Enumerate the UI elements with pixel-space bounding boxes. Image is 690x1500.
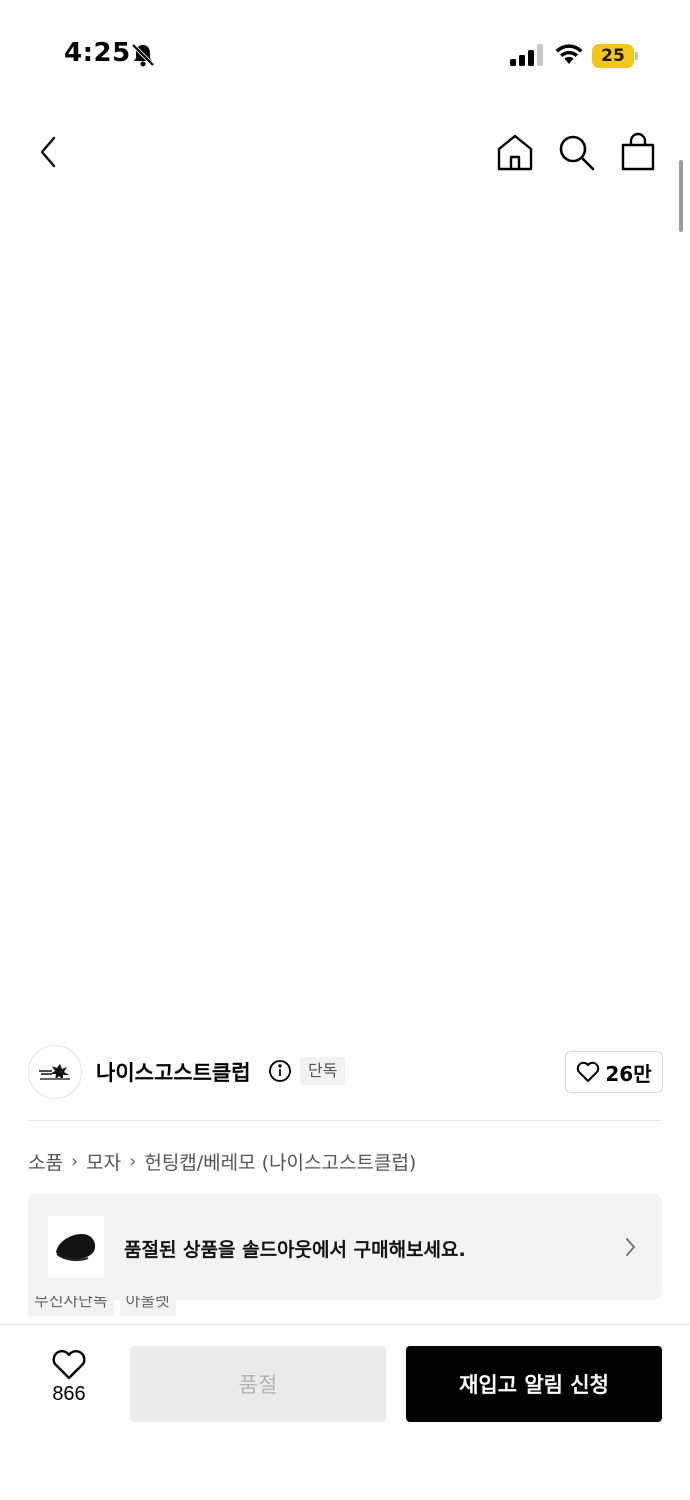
status-bar: 4:25 25 (0, 0, 690, 110)
banner-text: 품절된 상품을 솔드아웃에서 구매해보세요. (124, 1239, 466, 1261)
divider (28, 1120, 662, 1121)
back-button[interactable] (26, 130, 70, 174)
wishlist-count: 866 (52, 1383, 86, 1405)
wifi-icon (555, 44, 583, 64)
brand-row: 나이스고스트클럽 단독 26만 (0, 1023, 690, 1121)
cart-button[interactable] (616, 130, 660, 174)
brand-logo[interactable] (28, 1045, 82, 1099)
tag: 아울렛 (119, 1296, 176, 1316)
image-counter: 1 / 6 (552, 960, 618, 1000)
brand-like-count: 26만 (605, 1061, 652, 1086)
bell-off-icon (131, 43, 155, 67)
shopping-bag-icon (621, 132, 655, 171)
soldout-banner[interactable]: 품절된 상품을 솔드아웃에서 구매해보세요. (28, 1194, 662, 1300)
product-tags: 무신사단독 아울렛 (28, 1296, 176, 1318)
scrollbar[interactable] (679, 160, 683, 232)
search-icon (559, 135, 595, 171)
top-navigation (0, 110, 690, 194)
home-button[interactable] (493, 130, 537, 174)
breadcrumb: 소품 › 모자 › 헌팅캡/베레모 (나이스고스트클럽) (28, 1148, 416, 1175)
status-time: 4:25 (64, 38, 131, 68)
product-image (110, 437, 563, 799)
brand-like-button[interactable]: 26만 (565, 1051, 663, 1093)
breadcrumb-item-3[interactable]: 헌팅캡/베레모 (나이스고스트클럽) (144, 1148, 416, 1175)
chevron-right-icon: › (129, 1151, 137, 1172)
heart-icon (577, 1061, 600, 1083)
chevron-left-icon (40, 136, 56, 168)
soldout-button[interactable]: 품절 (130, 1346, 386, 1422)
expand-icon (631, 969, 653, 991)
tag: 무신사단독 (28, 1296, 114, 1316)
bottom-action-bar: 866 품절 재입고 알림 신청 (0, 1324, 690, 1500)
expand-button[interactable] (622, 960, 662, 1000)
battery-level: 25 (592, 44, 634, 68)
breadcrumb-item-2[interactable]: 모자 (86, 1148, 121, 1175)
restock-alert-button[interactable]: 재입고 알림 신청 (406, 1346, 662, 1422)
search-button[interactable] (554, 130, 598, 174)
chevron-right-icon: › (70, 1151, 79, 1172)
info-icon[interactable] (268, 1059, 292, 1083)
signal-icon (510, 44, 543, 66)
exclusive-badge: 단독 (300, 1057, 346, 1085)
brand-name[interactable]: 나이스고스트클럽 (96, 1057, 251, 1087)
battery-indicator: 25 (592, 44, 638, 68)
heart-icon (52, 1350, 86, 1380)
brand-logo-icon (39, 1064, 70, 1080)
battery-tip (635, 52, 638, 60)
cap-thumbnail-image (56, 1234, 96, 1262)
breadcrumb-item-1[interactable]: 소품 (28, 1148, 63, 1175)
home-icon (497, 134, 533, 171)
chevron-right-icon (626, 1238, 636, 1256)
banner-thumbnail (48, 1216, 104, 1278)
wishlist-button[interactable]: 866 (30, 1349, 108, 1419)
